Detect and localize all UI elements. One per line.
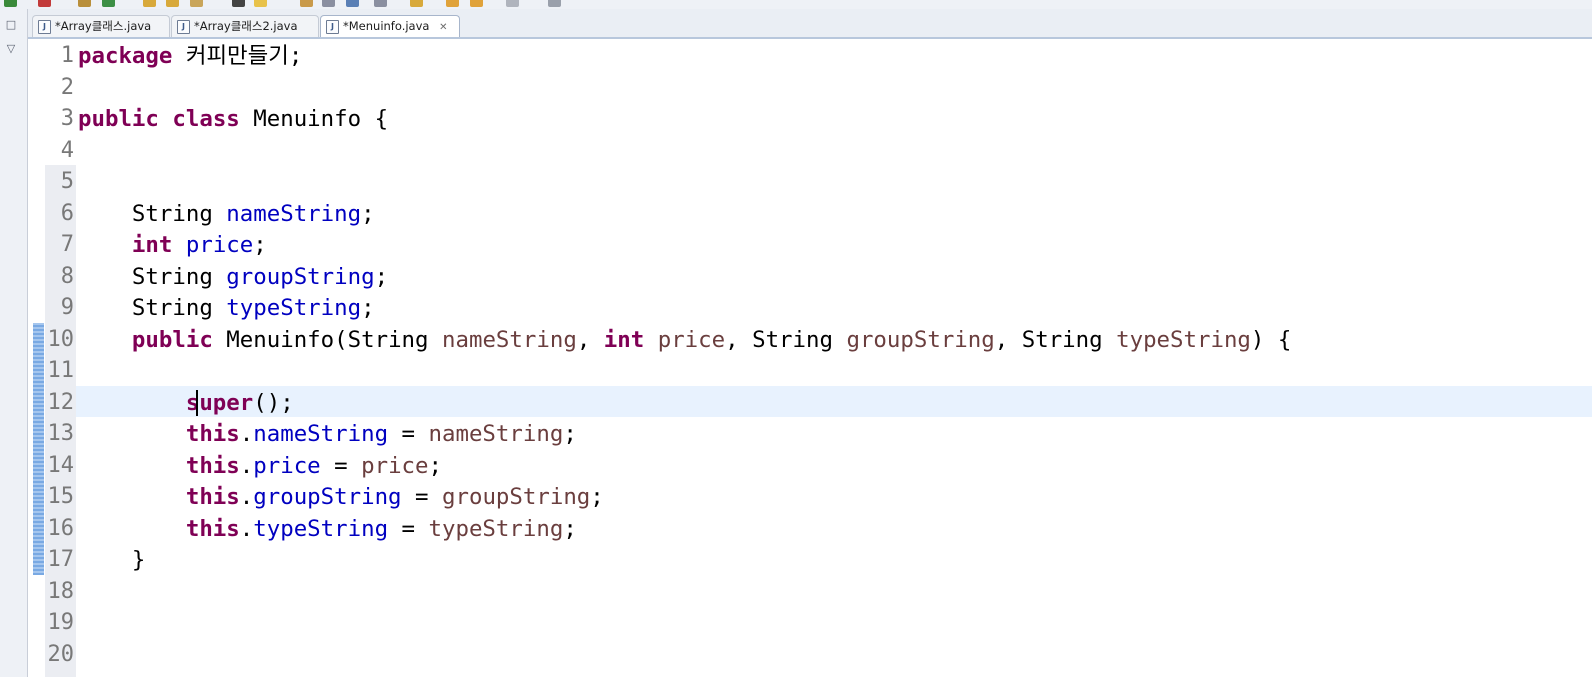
line-number: 18 [47,579,75,604]
code-line-14: this.price = price; [185,453,442,479]
code-editor[interactable]: 1 2 3 4 5 6 7 8 9 10 11 12 13 14 15 16 1… [28,39,1592,677]
quick-diff-change-bar [33,323,44,575]
line-number-gutter: 1 2 3 4 5 6 7 8 9 10 11 12 13 14 15 16 1… [45,39,76,677]
line-number: 17 [47,547,75,572]
toolbar-icon[interactable] [143,0,156,7]
annotation-ruler [28,39,45,677]
view-menu-icon[interactable]: ▽ [4,42,18,56]
line-number: 10 [47,327,75,352]
line-number: 9 [60,295,74,320]
line-number: 14 [47,453,75,478]
tab-array-class2[interactable]: J *Array클래스2.java [171,15,319,37]
line-number: 5 [60,169,74,194]
line-number: 1 [60,43,74,68]
restore-icon[interactable]: □ [4,18,18,32]
toolbar-icon[interactable] [254,0,267,7]
code-line-17: } [131,547,146,573]
java-file-icon: J [38,20,51,34]
toolbar-icon[interactable] [410,0,423,7]
code-line-1: package 커피만들기; [78,43,303,69]
line-number: 16 [47,516,75,541]
toolbar-icon[interactable] [78,0,91,7]
tab-label: *Menuinfo.java [343,19,430,33]
java-file-icon: J [177,20,190,34]
line-number: 15 [47,484,75,509]
code-text-area[interactable]: package 커피만들기; public class Menuinfo { S… [76,39,1592,677]
toolbar-icon[interactable] [4,0,17,7]
tab-label: *Array클래스2.java [194,19,298,33]
toolbar-icon[interactable] [346,0,359,7]
toolbar-icon[interactable] [374,0,387,7]
line-number: 8 [60,264,74,289]
toolbar-icon[interactable] [446,0,459,7]
toolbar-icon[interactable] [470,0,483,7]
close-icon[interactable]: ✕ [439,18,447,38]
line-number: 19 [47,610,75,635]
tab-label: *Array클래스.java [55,19,152,33]
toolbar-icon[interactable] [102,0,115,7]
code-line-16: this.typeString = typeString; [185,516,577,542]
line-number: 13 [47,421,75,446]
toolbar-icon[interactable] [548,0,561,7]
text-caret [196,390,198,416]
tab-menuinfo[interactable]: J *Menuinfo.java ✕ [320,15,460,37]
line-number: 2 [60,75,74,100]
code-line-3: public class Menuinfo { [78,106,389,132]
line-number: 3 [60,106,74,131]
line-number: 7 [60,232,74,257]
tab-array-class[interactable]: J *Array클래스.java [32,15,170,37]
editor-tab-bar: J *Array클래스.java J *Array클래스2.java J *Me… [28,9,1592,39]
code-line-6: String nameString; [131,201,375,227]
toolbar-icon[interactable] [38,0,51,7]
code-line-10: public Menuinfo(String nameString, int p… [131,327,1292,353]
line-number: 6 [60,201,74,226]
line-number: 4 [60,138,74,163]
line-number: 11 [47,358,75,383]
line-number: 12 [47,390,75,415]
code-line-7: int price; [131,232,267,258]
toolbar-icon[interactable] [506,0,519,7]
toolbar-icon[interactable] [300,0,313,7]
toolbar-icon[interactable] [190,0,203,7]
java-file-icon: J [326,20,339,34]
current-line-highlight [76,386,1592,417]
line-number: 20 [47,642,75,667]
toolbar-icon[interactable] [232,0,245,7]
toolbar-icon[interactable] [322,0,335,7]
toolbar-icon[interactable] [166,0,179,7]
code-line-15: this.groupString = groupString; [185,484,604,510]
code-line-9: String typeString; [131,295,375,321]
code-line-8: String groupString; [131,264,389,290]
code-line-12: super(); [185,390,294,416]
code-line-13: this.nameString = nameString; [185,421,577,447]
minimized-sidebar: □ ▽ [0,9,28,677]
